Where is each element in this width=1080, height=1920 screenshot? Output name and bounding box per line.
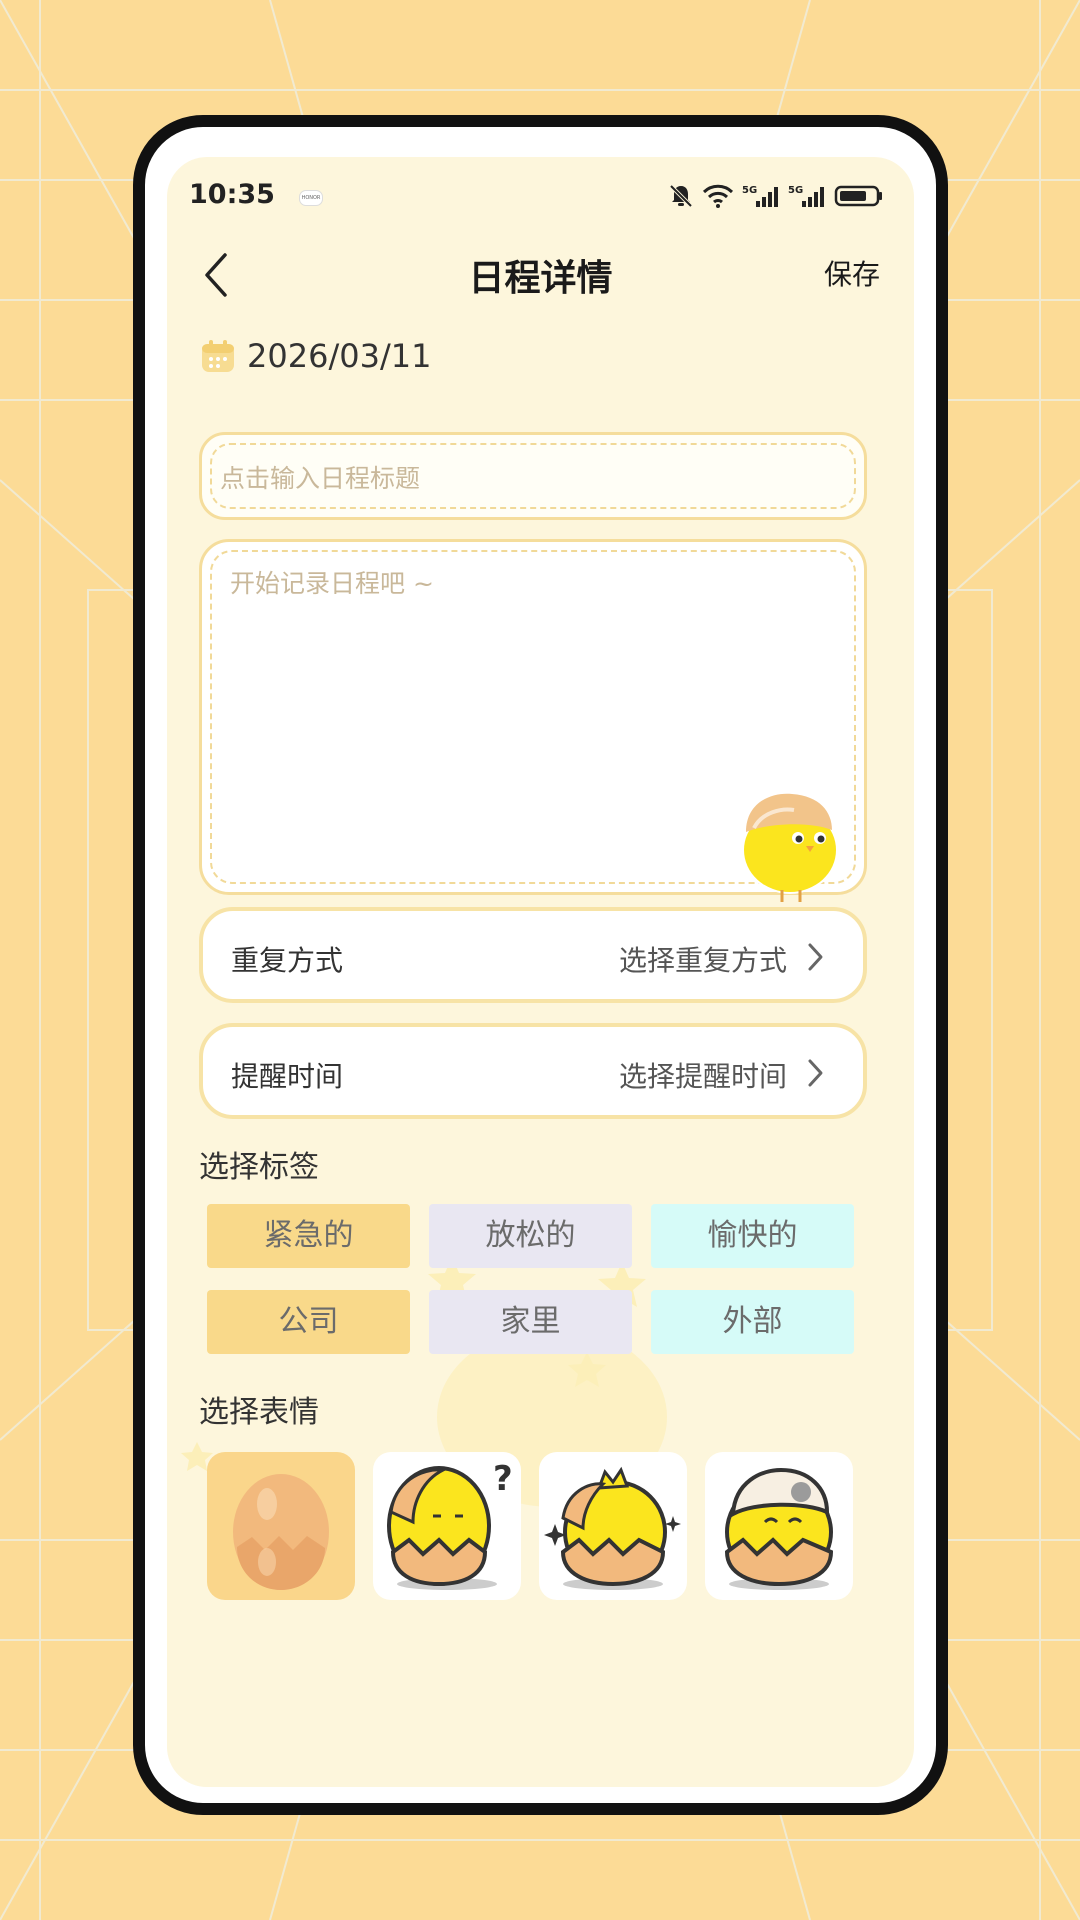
svg-text:5G: 5G [788, 185, 803, 196]
chevron-right-icon [808, 943, 823, 971]
title-input-placeholder: 点击输入日程标题 [220, 464, 421, 493]
chevron-right-icon [808, 1059, 823, 1087]
chick-question-icon: ? [387, 1459, 513, 1590]
phone-frame: 10:35 HONOR 5G 5G 日程详情 保存 2026/03/11 点击输… [133, 115, 948, 1815]
tag-home[interactable]: 家里 [429, 1290, 632, 1354]
chick-shell-hat-icon [724, 1467, 834, 1590]
save-button[interactable]: 保存 [824, 253, 880, 293]
battery-icon [834, 185, 882, 207]
emoji-option-sparkle[interactable] [539, 1452, 687, 1600]
emoji-option-question[interactable]: ? [373, 1452, 521, 1600]
tag-outside[interactable]: 外部 [651, 1290, 854, 1354]
tag-company[interactable]: 公司 [207, 1290, 410, 1354]
emoji-section-title: 选择表情 [199, 1395, 319, 1430]
wifi-icon [702, 184, 734, 208]
repeat-option-label: 重复方式 [231, 944, 344, 977]
status-icons: 5G 5G [668, 183, 884, 209]
reminder-option-label: 提醒时间 [231, 1060, 344, 1093]
repeat-option-row[interactable]: 重复方式 选择重复方式 [199, 907, 867, 1003]
svg-text:5G: 5G [742, 185, 757, 196]
reminder-option-row[interactable]: 提醒时间 选择提醒时间 [199, 1023, 867, 1119]
emoji-option-egg[interactable] [207, 1452, 355, 1600]
chick-sparkle-icon [544, 1466, 681, 1590]
calendar-icon [202, 340, 234, 372]
app-screen: 10:35 HONOR 5G 5G 日程详情 保存 2026/03/11 点击输… [167, 157, 914, 1787]
bell-muted-icon [669, 184, 693, 208]
egg-plain-icon [233, 1474, 329, 1590]
repeat-option-value: 选择重复方式 [618, 944, 787, 977]
svg-text:?: ? [493, 1459, 513, 1499]
status-bar: 10:35 HONOR 5G 5G [167, 157, 914, 227]
signal-5g-icon: 5G [742, 185, 778, 207]
page-title: 日程详情 [468, 258, 613, 299]
tag-happy[interactable]: 愉快的 [651, 1204, 854, 1268]
brand-badge: HONOR [299, 190, 323, 206]
signal-5g-icon: 5G [788, 185, 824, 207]
description-input-placeholder: 开始记录日程吧 ~ [230, 569, 434, 598]
date-row[interactable]: 2026/03/11 [199, 337, 431, 375]
emoji-option-shell-hat[interactable] [705, 1452, 853, 1600]
tag-relaxed[interactable]: 放松的 [429, 1204, 632, 1268]
title-input[interactable]: 点击输入日程标题 [199, 432, 867, 520]
chick-mascot-icon [738, 790, 842, 902]
tag-urgent[interactable]: 紧急的 [207, 1204, 410, 1268]
status-time: 10:35 [189, 179, 275, 210]
reminder-option-value: 选择提醒时间 [618, 1060, 787, 1093]
date-value: 2026/03/11 [247, 337, 432, 375]
tags-section-title: 选择标签 [199, 1150, 319, 1185]
